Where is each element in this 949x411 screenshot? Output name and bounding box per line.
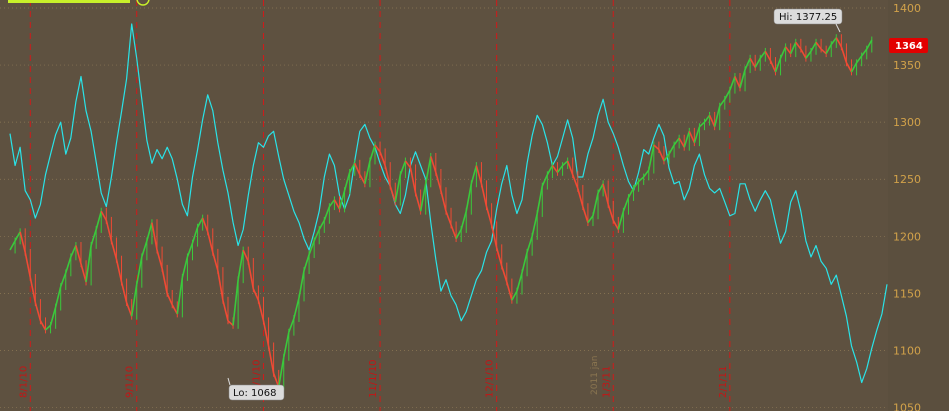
chart-background — [0, 0, 949, 411]
y-tick-label: 1350 — [893, 59, 921, 72]
date-label: 1/3/11 — [601, 366, 612, 398]
date-label: 12/1/10 — [485, 359, 496, 398]
y-tick-label: 1150 — [893, 287, 921, 300]
y-tick-label: 1100 — [893, 344, 921, 357]
y-tick-label: 1400 — [893, 2, 921, 15]
y-tick-label: 1050 — [893, 402, 921, 411]
date-label: 8/1/10 — [18, 366, 29, 398]
symbol-highlight-bar[interactable] — [8, 0, 130, 3]
faint-period-label: 2011 jan — [590, 356, 600, 396]
chart-svg: 8/1/10 9/1/10 10/1/10 11/1/10 12/1/10 1/3/11 2… — [0, 0, 949, 411]
date-label: 9/1/10 — [125, 366, 136, 398]
hi-callout-label: Hi: 1377.25 — [779, 12, 837, 23]
date-label: 11/1/10 — [368, 359, 379, 398]
y-tick-label: 1250 — [893, 173, 921, 186]
y-tick-label: 1300 — [893, 116, 921, 129]
current-price-label: 1364 — [895, 41, 923, 52]
current-price-tag: 1364 — [889, 38, 928, 53]
chart-area: 8/1/10 9/1/10 10/1/10 11/1/10 12/1/10 1/3/11 2… — [0, 0, 949, 411]
lo-callout-label: Lo: 1068 — [233, 388, 277, 399]
date-label: 2/1/11 — [718, 366, 729, 398]
y-tick-label: 1200 — [893, 230, 921, 243]
